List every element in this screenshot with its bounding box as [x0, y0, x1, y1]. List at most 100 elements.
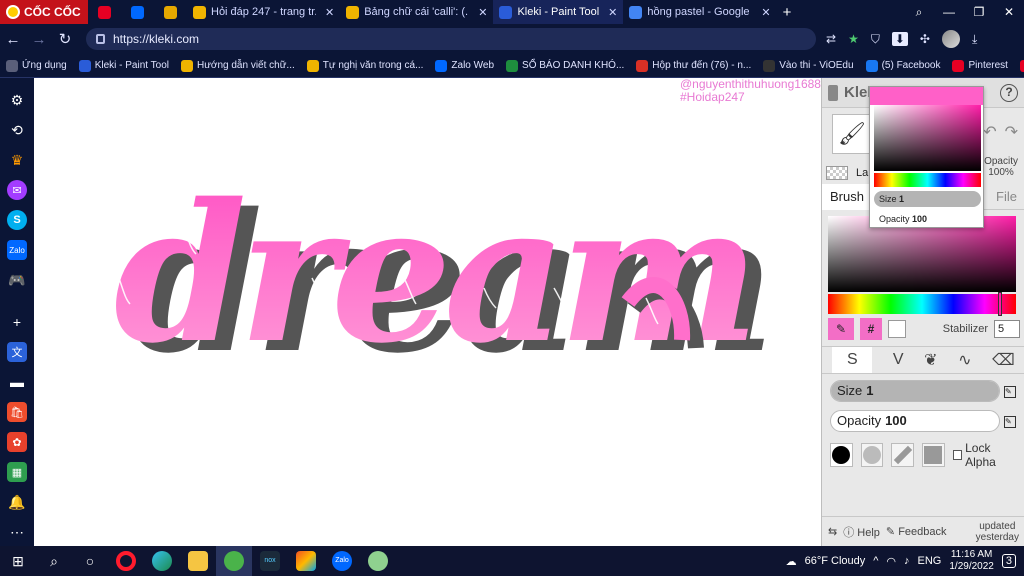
wifi-icon[interactable]: ◠ — [886, 555, 896, 568]
size-edit-icon[interactable]: ✎ — [1004, 386, 1016, 398]
popup-size-slider[interactable]: Size 1 — [874, 191, 981, 207]
weather-icon[interactable]: ☁ — [786, 555, 797, 568]
address-input[interactable]: https://kleki.com — [86, 28, 816, 50]
browser-tab[interactable]: Hỏi đáp 247 - trang tr... ✕ — [187, 0, 340, 24]
bookmark-star-icon[interactable]: ★ — [848, 32, 859, 46]
weather-text[interactable]: 66°F Cloudy — [805, 555, 866, 567]
new-tab-button[interactable]: + — [777, 0, 798, 24]
browser-tab[interactable]: Bảng chữ cái 'calli': (... ✕ — [340, 0, 493, 24]
popup-opacity-slider[interactable]: Opacity 100 — [874, 211, 981, 227]
redo-icon[interactable]: ↷ — [1005, 122, 1018, 142]
zalo-icon[interactable]: Zalo — [7, 240, 27, 260]
close-window-button[interactable]: ✕ — [994, 0, 1024, 24]
stabilizer-select[interactable]: 5 — [994, 320, 1020, 338]
opera-icon[interactable] — [108, 546, 144, 576]
eyedropper-icon[interactable]: ✎ — [828, 318, 854, 340]
coccoc-menu[interactable]: CỐC CỐC — [0, 0, 88, 24]
forward-button[interactable]: → — [26, 31, 52, 48]
lock-alpha-box[interactable] — [952, 450, 963, 460]
more-icon[interactable]: ▬ — [7, 372, 27, 392]
game-icon[interactable]: 🎮 — [7, 270, 27, 290]
popup-saturation-value-picker[interactable] — [874, 105, 981, 171]
opacity-edit-icon[interactable]: ✎ — [1004, 416, 1016, 428]
bookmark-item[interactable]: Hướng dẫn viết chữ... — [175, 59, 301, 72]
bookmark-item[interactable]: Hộp thư đến (76) - n... — [630, 59, 757, 72]
translate-side-icon[interactable]: 文 — [7, 342, 27, 362]
settings-icon[interactable]: ⚙ — [7, 90, 27, 110]
size-slider[interactable]: Size 1 — [830, 380, 1000, 402]
help-button[interactable]: ⓘ Help — [843, 524, 880, 540]
sketchy-brush-icon[interactable]: ❦ — [924, 350, 937, 370]
bookmark-item[interactable]: Ứng dụng — [0, 59, 73, 72]
lang-indicator[interactable]: ENG — [918, 555, 942, 567]
tab-file[interactable]: File — [988, 184, 1024, 210]
add-icon[interactable]: + — [7, 312, 27, 332]
soft-tip-icon[interactable] — [860, 443, 884, 467]
browser-tab[interactable] — [121, 0, 154, 24]
start-button[interactable]: ⊞ — [0, 546, 36, 576]
bookmark-item[interactable]: (5) Facebook — [860, 59, 947, 72]
feedback-button[interactable]: ✎ Feedback — [886, 525, 947, 538]
bookmark-item[interactable]: Pinterest — [1014, 59, 1024, 72]
wheel-icon[interactable]: ✿ — [7, 432, 27, 452]
history-icon[interactable]: ⟲ — [7, 120, 27, 140]
calligraphy-tip-icon[interactable] — [891, 443, 914, 467]
opacity-slider[interactable]: Opacity 100 — [830, 410, 1000, 432]
profile-avatar[interactable] — [941, 30, 960, 48]
crown-icon[interactable]: ♛ — [7, 150, 27, 170]
shield-icon[interactable]: ⛉ — [871, 32, 880, 47]
pen-brush-icon[interactable]: S — [832, 347, 873, 373]
download-icon[interactable]: ⬇ — [891, 32, 908, 46]
back-button[interactable]: ← — [0, 31, 26, 48]
browser-tab[interactable] — [154, 0, 187, 24]
coccoc-taskbar-icon-2[interactable] — [360, 546, 396, 576]
tab-search-icon[interactable]: ⌕ — [904, 0, 934, 24]
browser-tab[interactable] — [88, 0, 121, 24]
close-tab-icon[interactable]: ✕ — [478, 6, 487, 19]
bookmark-item[interactable]: Tự nghị văn trong cá... — [301, 59, 430, 72]
bell-icon[interactable]: 🔔 — [7, 492, 27, 512]
store-icon[interactable] — [288, 546, 324, 576]
search-icon[interactable]: ⌕ — [36, 546, 72, 576]
restore-button[interactable]: ❐ — [964, 0, 994, 24]
blend-brush-icon[interactable]: V — [893, 351, 904, 369]
coccoc-taskbar-icon[interactable] — [216, 546, 252, 576]
secondary-color-swatch[interactable] — [888, 320, 906, 338]
tab-brush[interactable]: Brush — [822, 183, 872, 210]
swap-icon[interactable]: ⇆ — [828, 525, 837, 538]
downloads-icon[interactable]: ⤓ — [972, 32, 977, 47]
help-circle-button[interactable]: ? — [1000, 84, 1018, 102]
volume-icon[interactable]: ♪ — [904, 555, 910, 567]
close-tab-icon[interactable]: ✕ — [761, 6, 770, 19]
hue-slider-handle[interactable] — [998, 292, 1002, 316]
task-view-icon[interactable]: ○ — [72, 546, 108, 576]
drawing-canvas[interactable]: @nguyenthithuhuong16880 #Hoidap247 dream… — [34, 78, 821, 546]
browser-tab[interactable]: hồng pastel - Google ... ✕ — [623, 0, 776, 24]
layer-thumbnail[interactable] — [826, 166, 848, 180]
notification-badge[interactable]: 3 — [1001, 554, 1016, 568]
popup-hue-slider[interactable] — [874, 173, 981, 187]
lock-alpha-checkbox[interactable]: Lock Alpha — [952, 441, 1020, 469]
brush-tool-button[interactable]: 🖌 — [832, 114, 872, 154]
reload-button[interactable]: ↻ — [52, 30, 78, 48]
minimize-button[interactable]: — — [934, 0, 964, 24]
close-tab-icon[interactable]: ✕ — [325, 6, 334, 19]
undo-icon[interactable]: ↶ — [983, 122, 996, 142]
browser-tab[interactable]: Kleki - Paint Tool ✕ — [493, 0, 624, 24]
bookmark-item[interactable]: Vào thi - ViOEdu — [757, 59, 859, 72]
clock[interactable]: 11:16 AM 1/29/2022 — [949, 549, 994, 573]
hex-input-button[interactable]: # — [860, 318, 882, 340]
zalo-taskbar-icon[interactable]: Zalo — [324, 546, 360, 576]
shopee-icon[interactable]: 🛍 — [7, 402, 27, 422]
nox-icon[interactable]: nox — [252, 546, 288, 576]
sheet-icon[interactable]: ▦ — [7, 462, 27, 482]
bookmark-item[interactable]: SỔ BÁO DANH KHÓ... — [500, 59, 630, 72]
pixel-brush-icon[interactable]: ∿ — [958, 350, 971, 370]
round-tip-icon[interactable] — [830, 443, 853, 467]
square-tip-icon[interactable] — [921, 443, 945, 467]
translate-icon[interactable]: ⇄ — [826, 32, 836, 46]
close-tab-icon[interactable]: ✕ — [608, 6, 617, 19]
hue-slider[interactable] — [828, 294, 1016, 314]
bookmark-item[interactable]: Pinterest — [946, 59, 1013, 72]
extensions-icon[interactable]: ✣ — [920, 32, 930, 46]
